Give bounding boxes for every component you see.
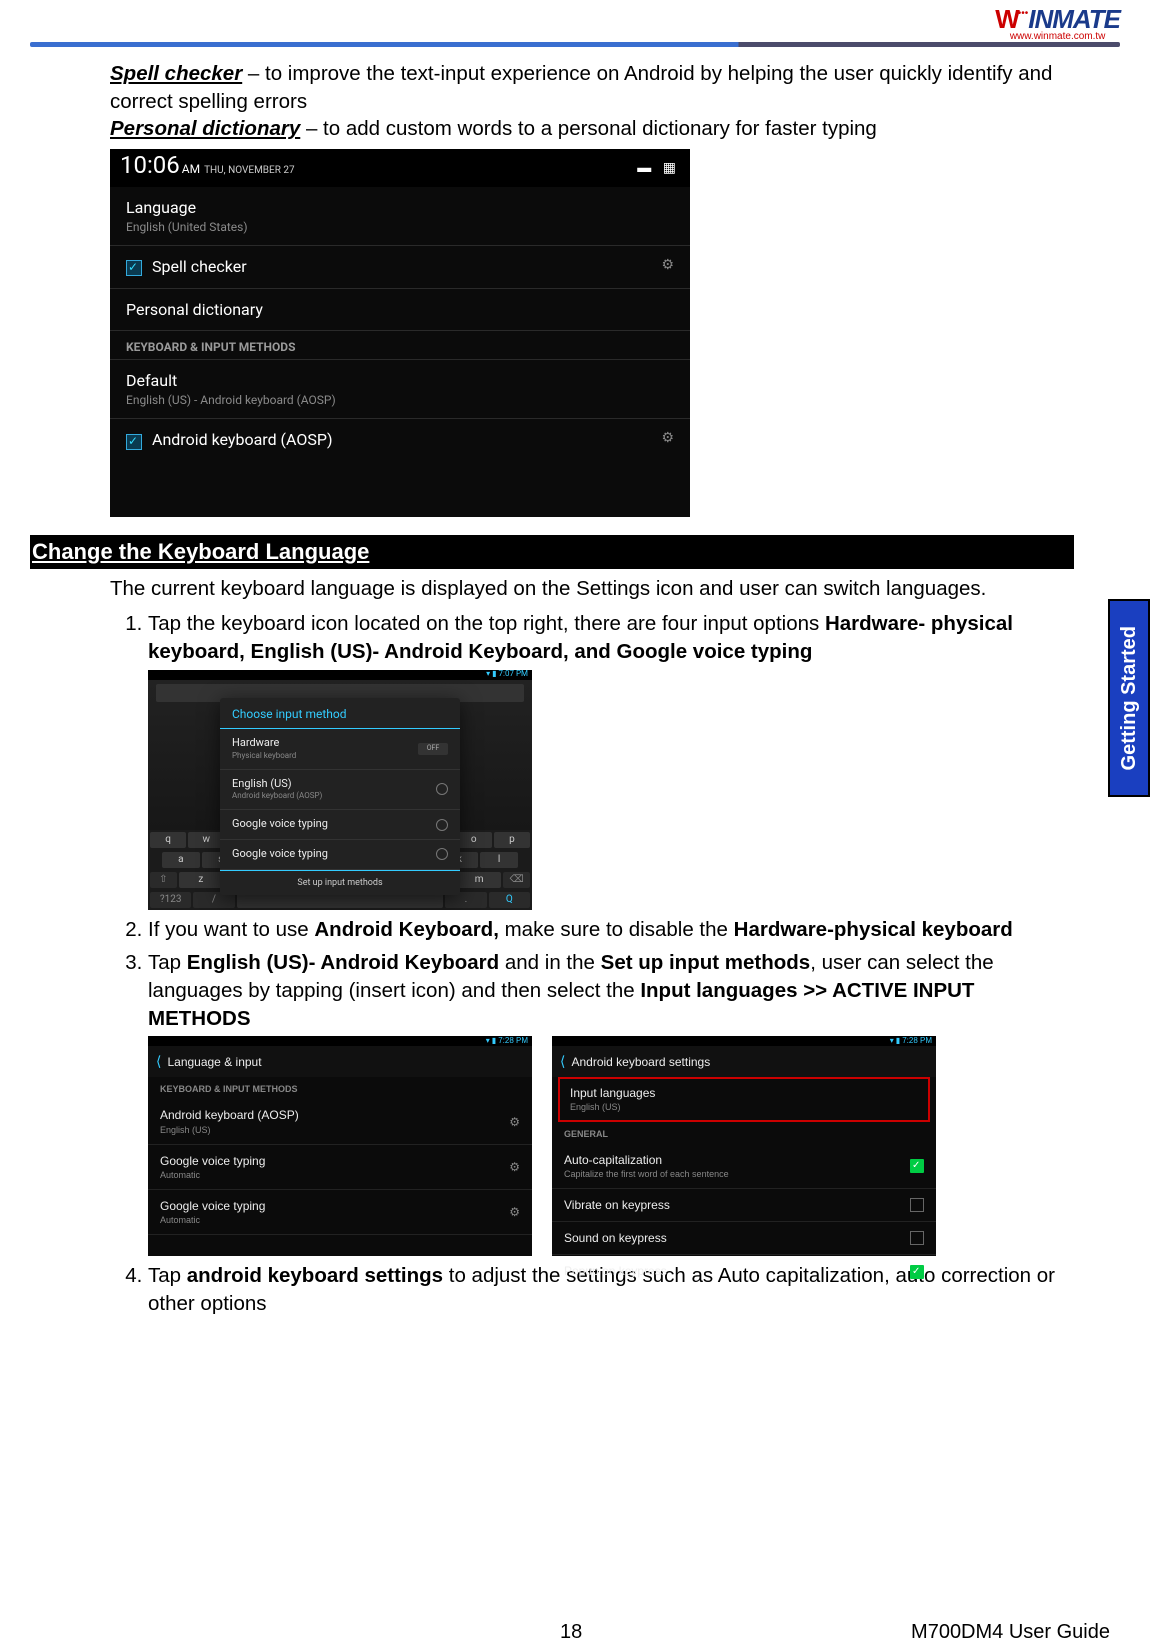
screen-header: ⟨Android keyboard settings	[552, 1046, 936, 1077]
row-personal-dict[interactable]: Personal dictionary	[110, 289, 690, 332]
section-intro: The current keyboard language is display…	[110, 575, 1070, 603]
row-pdict-title: Personal dictionary	[126, 299, 674, 321]
status-icons: ▬ ▦	[637, 159, 680, 178]
category-general: GENERAL	[552, 1122, 936, 1144]
term-personal-dictionary: Personal dictionary	[110, 117, 300, 140]
status-bar: ▾▮7:28 PM	[148, 1036, 532, 1046]
header-rule	[30, 42, 1120, 47]
steps-list: Tap the keyboard icon located on the top…	[110, 610, 1070, 1317]
row-auto-cap[interactable]: Auto-capitalizationCapitalize the first …	[552, 1144, 936, 1189]
term-spell-checker: Spell checker	[110, 62, 242, 85]
row-gvt-2[interactable]: Google voice typingAutomatic⚙	[148, 1190, 532, 1235]
clock-date: THU, NOVEMBER 27	[204, 165, 295, 176]
clock-time: 10:06	[120, 151, 180, 179]
checkbox-icon[interactable]	[126, 434, 142, 450]
dialog-choose-input: Choose input method HardwarePhysical key…	[220, 698, 460, 895]
screen-header: ⟨Language & input	[148, 1046, 532, 1077]
row-popup[interactable]: Popup on keypress	[552, 1255, 936, 1287]
row-language-title: Language	[126, 197, 674, 219]
settings-sliders-icon[interactable]: ⚙	[661, 256, 674, 275]
guide-title: M700DM4 User Guide	[911, 1621, 1110, 1644]
row-default-sub: English (US) - Android keyboard (AOSP)	[126, 392, 674, 408]
status-bar: ▾▮7:28 PM	[552, 1036, 936, 1046]
screenshot-lang-input-list: ▾▮7:28 PM ⟨Language & input KEYBOARD & I…	[148, 1036, 532, 1256]
checkbox-off-icon[interactable]	[910, 1231, 924, 1245]
status-time: 7:07 PM	[499, 670, 528, 680]
step-2: If you want to use Android Keyboard, mak…	[148, 916, 1070, 944]
wifi-icon: ▾	[890, 1036, 894, 1047]
row-google-voice-2[interactable]: Google voice typing	[220, 840, 460, 870]
step-1: Tap the keyboard icon located on the top…	[148, 610, 1070, 909]
status-bar: ▾▮7:07 PM	[148, 670, 532, 680]
dialog-title: Choose input method	[220, 698, 460, 729]
radio-icon[interactable]	[436, 819, 448, 831]
setup-input-methods[interactable]: Set up input methods	[220, 870, 460, 895]
row-input-languages[interactable]: Input languagesEnglish (US)	[560, 1079, 928, 1119]
intro-personal-dict: Personal dictionary – to add custom word…	[110, 115, 1070, 143]
screenshot-choose-input: ▾▮7:07 PM qwertyuiop asdfghjkl ⇧zxcvbnm⌫…	[148, 670, 532, 910]
highlight-box: Input languagesEnglish (US)	[558, 1077, 930, 1121]
row-language[interactable]: Language English (United States)	[110, 187, 690, 246]
page-number: 18	[560, 1621, 582, 1644]
toggle-off[interactable]: OFF	[418, 743, 448, 755]
checkbox-icon[interactable]	[126, 260, 142, 276]
row-language-sub: English (United States)	[126, 219, 674, 235]
settings-sliders-icon[interactable]: ⚙	[509, 1159, 520, 1175]
row-gvt-1[interactable]: Google voice typingAutomatic⚙	[148, 1145, 532, 1190]
wifi-icon: ▾	[486, 1036, 490, 1047]
status-time: 7:28 PM	[498, 1036, 528, 1047]
row-default[interactable]: Default English (US) - Android keyboard …	[110, 360, 690, 419]
checkbox-on-icon[interactable]	[910, 1265, 924, 1279]
intro-spellchecker: Spell checker – to improve the text-inpu…	[110, 60, 1070, 115]
screenshot-language-input: 10:06AM THU, NOVEMBER 27 ▬ ▦ Language Eng…	[110, 149, 690, 517]
settings-sliders-icon[interactable]: ⚙	[509, 1204, 520, 1220]
status-time: 7:28 PM	[902, 1036, 932, 1047]
logo-inmate: INMATE	[1028, 4, 1120, 34]
step-3: Tap English (US)- Android Keyboard and i…	[148, 949, 1070, 1256]
category-kbim: KEYBOARD & INPUT METHODS	[110, 331, 690, 360]
battery-icon: ▮	[896, 1036, 900, 1047]
logo-dots: •••	[1018, 8, 1029, 19]
section-heading: Change the Keyboard Language	[30, 535, 1074, 569]
brand-logo: W•••INMATE www.winmate.com.tw	[995, 4, 1120, 42]
side-tab-getting-started: Getting Started	[1108, 599, 1150, 797]
row-default-title: Default	[126, 370, 674, 392]
row-akb-title: Android keyboard (AOSP)	[152, 430, 333, 449]
row-vibrate[interactable]: Vibrate on keypress	[552, 1189, 936, 1222]
back-icon[interactable]: ⟨	[156, 1052, 161, 1071]
row-spell-checker[interactable]: Spell checker ⚙	[110, 246, 690, 289]
wifi-icon: ▾	[486, 670, 490, 680]
row-aosp[interactable]: Android keyboard (AOSP)English (US)⚙	[148, 1099, 532, 1144]
checkbox-on-icon[interactable]	[910, 1159, 924, 1173]
checkbox-off-icon[interactable]	[910, 1198, 924, 1212]
row-sound[interactable]: Sound on keypress	[552, 1222, 936, 1255]
status-bar: 10:06AM THU, NOVEMBER 27 ▬ ▦	[110, 149, 690, 187]
settings-sliders-icon[interactable]: ⚙	[509, 1114, 520, 1130]
category-kbim: KEYBOARD & INPUT METHODS	[148, 1077, 532, 1099]
settings-sliders-icon[interactable]: ⚙	[661, 429, 674, 448]
radio-icon[interactable]	[436, 783, 448, 795]
row-hardware[interactable]: HardwarePhysical keyboardOFF	[220, 729, 460, 770]
battery-icon: ▮	[492, 670, 496, 680]
row-english-us[interactable]: English (US)Android keyboard (AOSP)	[220, 770, 460, 811]
logo-w: W	[995, 4, 1018, 34]
logo-url: www.winmate.com.tw	[995, 31, 1120, 42]
clock-ampm: AM	[182, 162, 200, 176]
screenshot-keyboard-settings: ▾▮7:28 PM ⟨Android keyboard settings Inp…	[552, 1036, 936, 1256]
row-spell-title: Spell checker	[152, 257, 247, 276]
radio-icon[interactable]	[436, 848, 448, 860]
row-android-keyboard[interactable]: Android keyboard (AOSP) ⚙	[110, 419, 690, 461]
back-icon[interactable]: ⟨	[560, 1052, 565, 1071]
row-google-voice-1[interactable]: Google voice typing	[220, 810, 460, 840]
battery-icon: ▮	[492, 1036, 496, 1047]
